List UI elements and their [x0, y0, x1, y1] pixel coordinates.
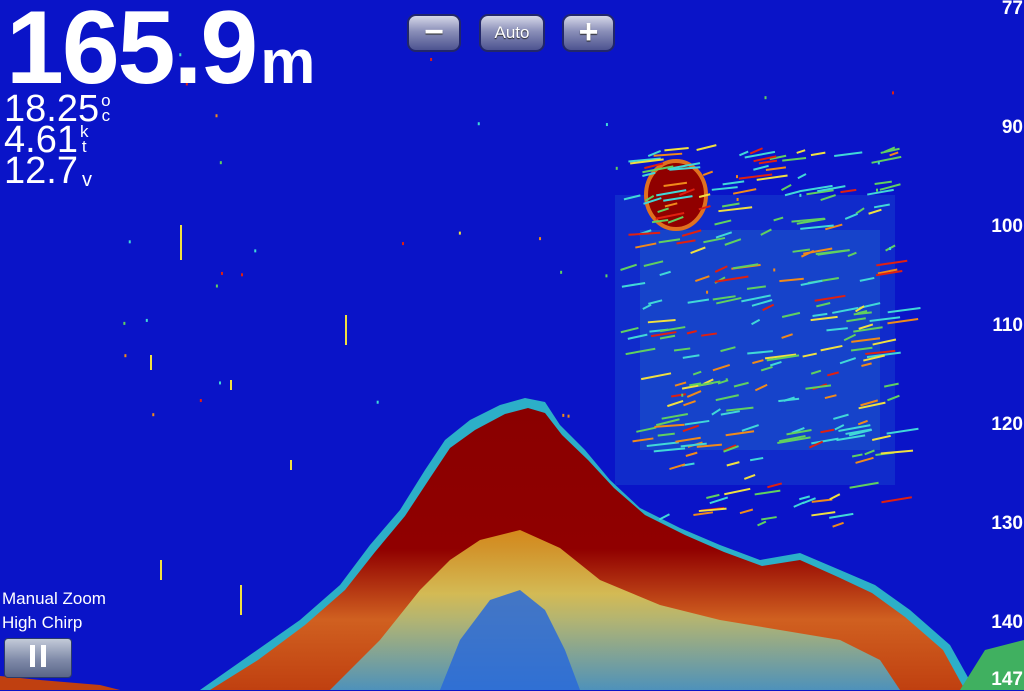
noise-mark	[230, 380, 232, 390]
minus-icon: −	[424, 12, 444, 51]
noise-mark	[124, 354, 127, 358]
zoom-in-button[interactable]: +	[562, 14, 615, 52]
noise-mark	[199, 399, 202, 403]
noise-mark	[539, 237, 542, 241]
noise-mark	[736, 197, 739, 201]
plus-icon: +	[578, 12, 599, 51]
noise-mark	[799, 193, 802, 197]
noise-mark	[145, 318, 148, 322]
noise-mark	[735, 175, 738, 179]
fish-school	[615, 195, 895, 485]
noise-mark	[562, 413, 565, 417]
speed-unit: kt	[79, 122, 89, 156]
depth-scale-tick: 130	[991, 513, 1023, 534]
noise-mark	[215, 114, 218, 118]
noise-mark	[891, 91, 894, 95]
noise-mark	[477, 122, 480, 126]
noise-mark	[219, 381, 222, 385]
noise-mark	[876, 188, 879, 192]
voltage-value: 12.7	[4, 150, 78, 192]
temperature-unit: oc	[101, 91, 111, 125]
depth-scale-tick: 120	[991, 414, 1023, 435]
noise-mark	[215, 284, 218, 288]
noise-mark	[180, 225, 182, 260]
depth-scale-tick: 100	[991, 216, 1023, 237]
noise-mark	[605, 123, 608, 127]
auto-zoom-button[interactable]: Auto	[479, 14, 545, 52]
noise-mark	[764, 96, 767, 100]
noise-mark	[706, 290, 709, 294]
pause-button[interactable]	[4, 638, 72, 678]
noise-mark	[567, 414, 570, 418]
noise-mark	[877, 161, 880, 165]
noise-mark	[254, 249, 257, 253]
noise-mark	[160, 560, 162, 580]
depth-scale-tick: 140	[991, 612, 1023, 633]
zoom-out-button[interactable]: −	[407, 14, 461, 52]
noise-mark	[560, 270, 563, 274]
depth-scale-tick: 90	[1001, 117, 1023, 138]
noise-mark	[376, 400, 379, 404]
auto-label: Auto	[494, 23, 530, 42]
noise-mark	[430, 57, 433, 61]
noise-mark	[241, 273, 244, 277]
noise-mark	[220, 271, 223, 275]
noise-mark	[458, 231, 461, 235]
frequency-mode-label: High Chirp	[2, 613, 83, 632]
noise-mark	[889, 247, 892, 251]
noise-mark	[402, 242, 405, 246]
depth-scale-tick: 147	[991, 669, 1023, 690]
noise-mark	[150, 355, 152, 370]
noise-mark	[290, 460, 292, 470]
pause-icon	[27, 644, 49, 672]
noise-mark	[128, 240, 131, 244]
depth-readout: 165.9m	[6, 0, 315, 100]
noise-mark	[773, 268, 776, 272]
noise-mark	[605, 274, 608, 278]
noise-mark	[219, 161, 222, 165]
voltage-readout: 12.7 v	[4, 152, 92, 190]
noise-mark	[725, 378, 728, 382]
voltage-unit: v	[81, 169, 92, 191]
depth-scale-tick: 77	[1001, 0, 1023, 19]
noise-mark	[123, 321, 126, 325]
noise-mark	[615, 166, 618, 170]
noise-mark	[240, 585, 242, 615]
depth-scale-tick: 110	[992, 315, 1023, 336]
noise-mark	[345, 315, 347, 345]
noise-mark	[152, 413, 155, 417]
depth-unit: m	[260, 28, 315, 97]
zoom-mode-label: Manual Zoom	[2, 589, 106, 608]
noise-mark	[681, 393, 684, 397]
